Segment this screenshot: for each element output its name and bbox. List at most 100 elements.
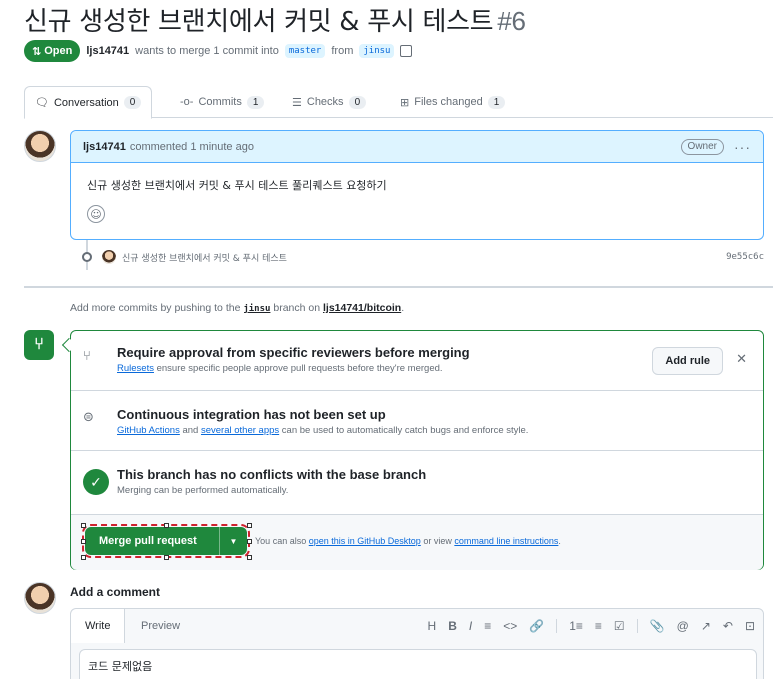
branch-icon: ⑂ [83, 348, 91, 363]
tab-conversation[interactable]: 🗨 Conversation 0 [24, 86, 153, 119]
add-rule-button[interactable]: Add rule [652, 347, 723, 375]
toolbar-divider [556, 619, 558, 633]
italic-icon[interactable]: I [469, 619, 472, 633]
conflicts-text: Merging can be performed automatically. [117, 485, 289, 496]
commit-avatar[interactable] [102, 250, 116, 264]
caret-down-icon[interactable]: ▼ [220, 537, 247, 546]
push-hint-prefix: Add more commits by pushing to the [70, 302, 241, 314]
tab-checks[interactable]: ☰ Checks 0 [282, 86, 376, 118]
comment-box: ljs14741 commented 1 minute ago Owner ··… [70, 130, 764, 240]
github-desktop-link[interactable]: open this in GitHub Desktop [309, 536, 421, 546]
footer-prefix: You can also [255, 536, 307, 546]
other-apps-link[interactable]: several other apps [201, 425, 279, 436]
status-label: Open [44, 45, 73, 57]
ci-text: GitHub Actions and several other apps ca… [117, 425, 763, 436]
push-hint-middle: branch on [273, 302, 321, 314]
merge-box: ⑂ Require approval from specific reviewe… [70, 330, 764, 570]
commit-message[interactable]: 신규 생성한 브랜치에서 커밋 & 푸시 테스트 [122, 251, 287, 264]
robot-icon: ⊜ [83, 409, 94, 424]
rulesets-link[interactable]: Rulesets [117, 363, 154, 374]
ordered-list-icon[interactable]: 1≡ [569, 619, 583, 633]
bold-icon[interactable]: B [448, 619, 457, 633]
push-hint-branch[interactable]: jinsu [243, 304, 270, 314]
head-branch[interactable]: jinsu [359, 44, 395, 58]
tab-write[interactable]: Write [71, 609, 126, 643]
close-icon[interactable]: ✕ [736, 351, 747, 367]
merge-button-label: Merge pull request [85, 527, 220, 555]
comment-editor: Write Preview H B I ≡ <> 🔗 1≡ ≡ ☑ 📎 @ ↗ … [70, 608, 764, 679]
comment-author[interactable]: ljs14741 [83, 141, 126, 153]
comment-text: 신규 생성한 브랜치에서 커밋 & 푸시 테스트 풀리퀘스트 요청하기 [87, 179, 387, 192]
merge-text-2: from [331, 45, 354, 57]
checklist-icon: ☰ [292, 96, 302, 109]
pull-request-icon: ⇅ [32, 45, 42, 58]
timeline-divider [24, 286, 773, 288]
add-comment-title: Add a comment [70, 585, 161, 599]
owner-badge: Owner [680, 138, 724, 155]
selection-handle [81, 555, 86, 560]
selection-handle [164, 555, 169, 560]
selection-handle [81, 539, 86, 544]
base-branch[interactable]: master [284, 44, 326, 58]
comment-textarea[interactable]: 코드 문제없음 [79, 649, 757, 679]
pr-title-text: 신규 생성한 브랜치에서 커밋 & 푸시 테스트 [24, 7, 494, 37]
unordered-list-icon[interactable]: ≡ [595, 619, 602, 633]
link-icon[interactable]: 🔗 [529, 619, 544, 633]
fullscreen-icon[interactable]: ⊡ [745, 619, 755, 633]
comment-time[interactable]: commented 1 minute ago [130, 141, 254, 153]
copy-icon[interactable] [400, 45, 413, 57]
file-diff-icon: ⊞ [400, 96, 410, 109]
attach-icon[interactable]: 📎 [650, 619, 665, 633]
author-link[interactable]: ljs14741 [86, 45, 129, 57]
selection-handle [247, 523, 252, 528]
pr-meta: ⇅ Open ljs14741 wants to merge 1 commit … [24, 40, 413, 62]
tab-counter: 1 [246, 95, 265, 109]
tab-label: Files changed [414, 96, 483, 108]
tab-files-changed[interactable]: ⊞ Files changed 1 [390, 86, 515, 118]
tab-commits[interactable]: -o- Commits 1 [170, 86, 274, 118]
task-list-icon[interactable]: ☑ [614, 619, 625, 633]
tab-label: Commits [198, 96, 242, 108]
github-actions-link[interactable]: GitHub Actions [117, 425, 180, 436]
merge-footer-text: You can also open this in GitHub Desktop… [255, 536, 561, 546]
check-icon: ✓ [83, 469, 109, 495]
ci-desc: can be used to automatically catch bugs … [281, 425, 529, 436]
conflicts-heading: This branch has no conflicts with the ba… [117, 467, 427, 482]
quote-icon[interactable]: ≡ [484, 619, 491, 633]
push-hint-repo[interactable]: ljs14741/bitcoin [323, 302, 401, 314]
comment-icon: 🗨 [35, 97, 49, 109]
comment-header: ljs14741 commented 1 minute ago Owner ··… [71, 131, 763, 163]
avatar[interactable] [24, 130, 56, 162]
pr-title: 신규 생성한 브랜치에서 커밋 & 푸시 테스트 #6 [24, 6, 526, 37]
status-badge: ⇅ Open [24, 40, 81, 62]
ci-heading: Continuous integration has not been set … [117, 407, 386, 422]
pr-number: #6 [497, 6, 526, 36]
kebab-menu-icon[interactable]: ··· [734, 139, 751, 155]
tab-counter: 0 [123, 96, 142, 109]
git-merge-icon: ⑂ [24, 330, 54, 360]
selection-handle [247, 539, 252, 544]
selection-handle [247, 555, 252, 560]
ci-row: ⊜ Continuous integration has not been se… [71, 391, 763, 451]
mention-icon[interactable]: @ [677, 619, 689, 633]
tab-counter: 1 [487, 95, 506, 109]
tab-label: Conversation [53, 96, 119, 109]
heading-icon[interactable]: H [428, 619, 437, 633]
avatar[interactable] [24, 582, 56, 614]
smiley-icon[interactable]: ☺ [87, 205, 105, 223]
reference-icon[interactable]: ↗ [701, 619, 711, 633]
tab-preview[interactable]: Preview [127, 609, 194, 643]
undo-icon[interactable]: ↶ [723, 619, 733, 633]
tab-counter: 0 [348, 95, 367, 109]
code-icon[interactable]: <> [503, 619, 517, 633]
rulesets-row: ⑂ Require approval from specific reviewe… [71, 331, 763, 391]
merge-text-1: wants to merge 1 commit into [135, 45, 279, 57]
commit-sha[interactable]: 9e55c6c [726, 252, 764, 262]
toolbar-divider [636, 619, 638, 633]
conflicts-row: ✓ This branch has no conflicts with the … [71, 451, 763, 515]
selection-handle [164, 523, 169, 528]
merge-pull-request-button[interactable]: Merge pull request ▼ [82, 524, 250, 558]
command-line-link[interactable]: command line instructions [454, 536, 558, 546]
markdown-toolbar: H B I ≡ <> 🔗 1≡ ≡ ☑ 📎 @ ↗ ↶ ⊡ [428, 609, 755, 643]
rulesets-desc: ensure specific people approve pull requ… [156, 363, 443, 374]
